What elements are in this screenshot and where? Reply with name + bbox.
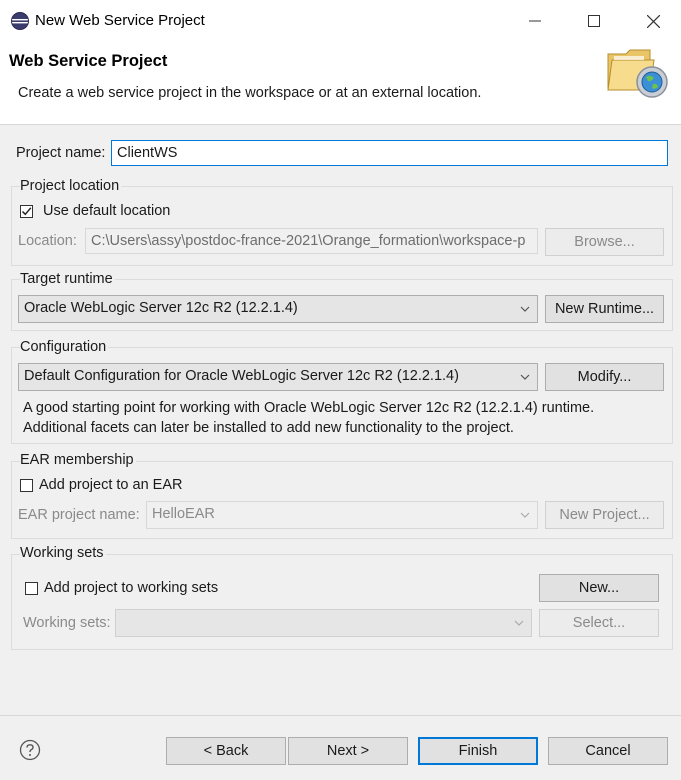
configuration-title: Configuration xyxy=(20,339,109,355)
browse-button[interactable]: Browse... xyxy=(545,228,664,256)
use-default-location-label[interactable]: Use default location xyxy=(43,203,170,219)
maximize-icon xyxy=(588,15,600,27)
new-working-set-button[interactable]: New... xyxy=(539,574,659,602)
new-runtime-button[interactable]: New Runtime... xyxy=(545,295,664,323)
add-to-ear-checkbox[interactable] xyxy=(20,479,33,492)
finish-button[interactable]: Finish xyxy=(418,737,538,765)
next-button[interactable]: Next > xyxy=(288,737,408,765)
back-button[interactable]: < Back xyxy=(166,737,286,765)
ear-project-name-value: HelloEAR xyxy=(152,506,215,522)
chevron-down-icon xyxy=(520,374,530,380)
ear-membership-title: EAR membership xyxy=(20,452,136,468)
close-button[interactable] xyxy=(630,0,676,42)
minimize-icon xyxy=(529,20,541,22)
folder-globe-icon xyxy=(604,44,672,104)
eclipse-icon xyxy=(10,11,30,31)
chevron-down-icon xyxy=(520,306,530,312)
close-icon xyxy=(646,14,660,28)
cancel-button[interactable]: Cancel xyxy=(548,737,668,765)
use-default-location-checkbox[interactable] xyxy=(20,205,33,218)
working-sets-combo[interactable] xyxy=(115,609,532,637)
location-input[interactable]: C:\Users\assy\postdoc-france-2021\Orange… xyxy=(85,228,538,254)
chevron-down-icon xyxy=(514,620,524,626)
checkmark-icon xyxy=(21,207,32,216)
wizard-page-description: Create a web service project in the work… xyxy=(18,85,482,101)
maximize-button[interactable] xyxy=(571,0,617,42)
project-location-title: Project location xyxy=(20,178,122,194)
project-name-label: Project name: xyxy=(16,145,106,161)
configuration-description-line2: Additional facets can later be installed… xyxy=(23,420,514,436)
configuration-value: Default Configuration for Oracle WebLogi… xyxy=(24,368,459,384)
working-sets-label: Working sets: xyxy=(23,615,111,631)
footer-divider xyxy=(0,715,681,716)
target-runtime-value: Oracle WebLogic Server 12c R2 (12.2.1.4) xyxy=(24,300,298,316)
working-sets-title: Working sets xyxy=(20,545,106,561)
target-runtime-title: Target runtime xyxy=(20,271,115,287)
target-runtime-combo[interactable]: Oracle WebLogic Server 12c R2 (12.2.1.4) xyxy=(18,295,538,323)
help-icon[interactable] xyxy=(19,739,41,761)
add-to-working-sets-label[interactable]: Add project to working sets xyxy=(44,580,218,596)
chevron-down-icon xyxy=(520,512,530,518)
ear-project-name-label: EAR project name: xyxy=(18,507,140,523)
window-title: New Web Service Project xyxy=(35,12,205,29)
configuration-combo[interactable]: Default Configuration for Oracle WebLogi… xyxy=(18,363,538,391)
modify-button[interactable]: Modify... xyxy=(545,363,664,391)
new-ear-project-button[interactable]: New Project... xyxy=(545,501,664,529)
wizard-page-title: Web Service Project xyxy=(9,52,168,70)
minimize-button[interactable] xyxy=(512,0,558,42)
add-to-working-sets-checkbox[interactable] xyxy=(25,582,38,595)
project-name-input[interactable]: ClientWS xyxy=(111,140,668,166)
add-to-ear-label[interactable]: Add project to an EAR xyxy=(39,477,182,493)
location-label: Location: xyxy=(18,233,77,249)
ear-project-name-combo[interactable]: HelloEAR xyxy=(146,501,538,529)
configuration-description-line1: A good starting point for working with O… xyxy=(23,400,595,416)
select-working-sets-button[interactable]: Select... xyxy=(539,609,659,637)
